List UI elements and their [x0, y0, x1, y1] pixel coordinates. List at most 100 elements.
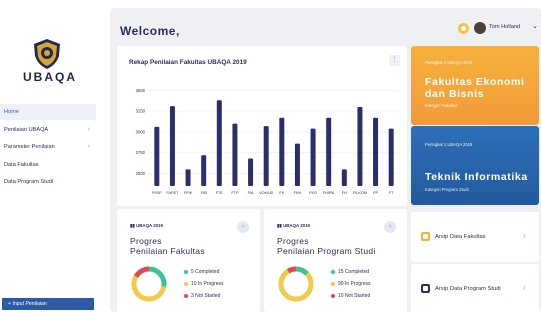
chevron-right-icon[interactable]: ›	[237, 221, 249, 233]
input-penilaian-button[interactable]: + Input Penilaian	[2, 298, 94, 310]
chart-bar	[279, 117, 285, 186]
sidebar-item-label: Penilaian UBAQA	[4, 126, 49, 133]
rank-tag: Peringkat 1 UBAQA 2019	[425, 60, 473, 65]
card-title-line2: dan Bisnis	[425, 88, 485, 100]
chevron-down-icon[interactable]: ⌄	[532, 22, 538, 30]
progres-prodi-card: ▮▮ UBAQA 2019 › Progres Penilaian Progra…	[264, 209, 407, 312]
chart-bar	[373, 117, 379, 186]
main-content: Welcome, Tom Holland ⌄ 2500 2750 3000 3250 3…	[110, 8, 541, 314]
chart-bar	[341, 169, 347, 186]
card-title-line1: Teknik Informatika	[425, 171, 528, 183]
archive-label: Arsip Data Fakultas	[435, 234, 486, 240]
y-tick-label: 3000	[136, 129, 146, 134]
card-subtitle: Kategori Fakultas	[425, 103, 458, 108]
sidebar-item-parameter-penilaian[interactable]: Parameter Penilaian ›	[0, 139, 96, 155]
legend-item-completed: 15 Completed	[331, 268, 371, 280]
welcome-heading: Welcome,	[120, 24, 180, 38]
arsip-prodi-link[interactable]: Arsip Data Program Studi ›	[411, 264, 539, 314]
y-tick-label: 2500	[136, 171, 146, 176]
chart-bar	[310, 128, 316, 186]
sidebar-nav: Home Penilaian UBAQA › Parameter Penilai…	[0, 104, 96, 192]
sidebar: UBAQA Home Penilaian UBAQA › Parameter P…	[0, 0, 100, 318]
x-tick-label: FKG	[309, 191, 317, 195]
x-tick-label: FK	[279, 191, 284, 195]
legend-item-not-started: 10 Not Started	[331, 292, 371, 304]
chevron-right-icon: ›	[523, 283, 526, 292]
user-name[interactable]: Tom Holland	[489, 24, 520, 30]
progress-tag: ▮▮ UBAQA 2019	[130, 223, 163, 228]
top-fakultas-card[interactable]: Peringkat 1 UBAQA 2019 Fakultas Ekonomi …	[411, 46, 539, 125]
progres-fakultas-card: ▮▮ UBAQA 2019 › Progres Penilaian Fakult…	[117, 209, 260, 312]
legend-item-not-started: 3 Not Started	[184, 292, 224, 304]
x-tick-label: FKH	[294, 191, 302, 195]
chart-bar	[388, 128, 394, 186]
legend-item-in-progress: 90 In Progress	[331, 280, 371, 292]
chart-bar	[169, 106, 175, 186]
x-tick-label: FT	[389, 191, 394, 195]
arsip-fakultas-link[interactable]: Arsip Data Fakultas ›	[411, 212, 539, 262]
sidebar-item-label: Home	[4, 109, 19, 115]
chart-bar	[201, 155, 207, 186]
chevron-right-icon: ›	[87, 125, 90, 133]
chart-bar	[216, 100, 222, 186]
chart-title: Rekap Penilaian Fakultas UBAQA 2019	[129, 59, 247, 66]
avatar[interactable]	[474, 22, 486, 34]
card-subtitle: Kategori Program Studi	[425, 187, 469, 192]
chevron-right-icon: ›	[523, 231, 526, 240]
donut-segment	[286, 266, 297, 274]
y-tick-label: 3250	[136, 109, 146, 114]
chart-bar	[248, 158, 254, 186]
donut-segment	[131, 275, 167, 302]
progress-title: Progres Penilaian Fakultas	[130, 236, 205, 256]
donut-segment	[295, 266, 309, 276]
rank-tag: Peringkat 1 UBAQA 2019	[425, 142, 473, 147]
progress-legend: 5 Completed 10 In Progress 3 Not Started	[184, 268, 224, 304]
folder-icon	[421, 232, 430, 241]
x-tick-label: FH	[342, 191, 347, 195]
chevron-right-icon: ›	[87, 143, 90, 150]
x-tick-label: FTP	[231, 191, 239, 195]
y-tick-label: 2750	[136, 150, 146, 155]
folder-icon	[421, 284, 430, 293]
chart-bar	[263, 126, 269, 186]
donut-segment	[278, 269, 314, 302]
progress-tag: ▮▮ UBAQA 2019	[277, 223, 310, 228]
progress-donut-chart	[131, 266, 167, 302]
chart-bar	[232, 123, 238, 186]
rekap-bar-chart: 2500 2750 3000 3250 3500 FISIP FAPET FPIK FIB FTE…	[136, 88, 399, 195]
ubaqa-logo	[32, 38, 62, 70]
progress-title: Progres Penilaian Program Studi	[277, 236, 376, 256]
chart-bar	[294, 143, 300, 186]
x-tick-label: FAPET	[166, 191, 179, 195]
x-tick-label: FILKOM	[353, 191, 367, 195]
bell-icon[interactable]	[458, 23, 469, 34]
x-tick-label: FMIPA	[323, 191, 335, 195]
top-prodi-card[interactable]: Peringkat 1 UBAQA 2019 Teknik Informatik…	[411, 126, 539, 205]
chevron-right-icon[interactable]: ›	[384, 221, 396, 233]
x-tick-label: VOKASI	[259, 191, 273, 195]
sidebar-item-home[interactable]: Home	[0, 104, 96, 120]
sidebar-item-label: Data Program Studi	[4, 179, 54, 185]
x-tick-label: FPIK	[184, 191, 193, 195]
progress-donut-chart	[278, 266, 314, 302]
brand-name: UBAQA	[23, 70, 77, 84]
x-tick-label: FTE	[216, 191, 224, 195]
legend-item-in-progress: 10 In Progress	[184, 280, 224, 292]
sidebar-item-data-program-studi[interactable]: Data Program Studi	[0, 174, 96, 190]
x-tick-label: FP	[373, 191, 378, 195]
sidebar-item-data-fakultas[interactable]: Data Fakultas	[0, 157, 96, 173]
x-tick-label: FIA	[248, 191, 254, 195]
x-tick-label: FIB	[201, 191, 207, 195]
x-tick-label: FISIP	[152, 191, 162, 195]
chart-bar	[154, 126, 160, 186]
more-options-icon[interactable]: ⋮	[389, 55, 400, 66]
chart-bar	[357, 106, 363, 186]
rekap-chart-card: 2500 2750 3000 3250 3500 FISIP FAPET FPIK FIB FTE…	[117, 46, 407, 206]
card-title-line1: Fakultas Ekonomi	[425, 76, 525, 88]
sidebar-item-penilaian-ubaqa[interactable]: Penilaian UBAQA ›	[0, 122, 96, 138]
progress-legend: 15 Completed 90 In Progress 10 Not Start…	[331, 268, 371, 304]
donut-segment	[148, 266, 167, 288]
legend-item-completed: 5 Completed	[184, 268, 224, 280]
y-tick-label: 3500	[136, 88, 146, 93]
donut-segment	[133, 266, 150, 278]
